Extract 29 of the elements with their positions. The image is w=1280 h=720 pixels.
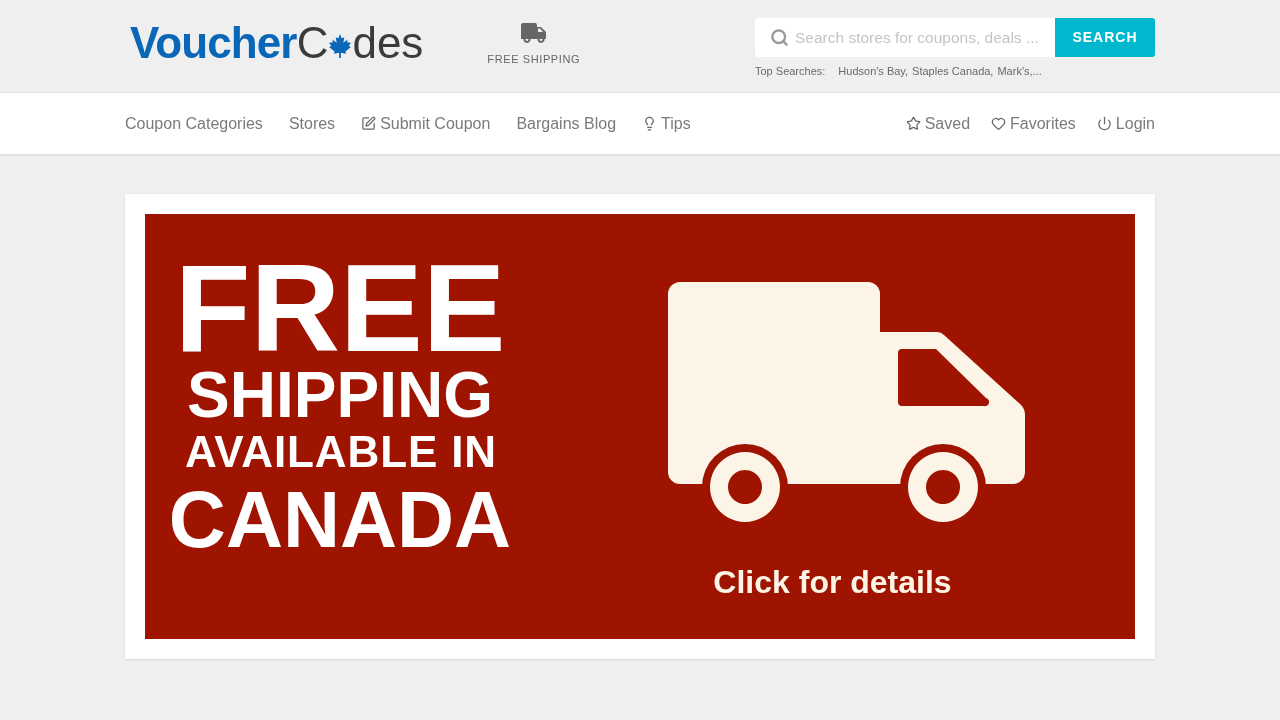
- nav-link[interactable]: Stores: [288, 111, 336, 136]
- truck-icon: [520, 23, 547, 43]
- maple-leaf-icon: [329, 34, 352, 58]
- nav-link[interactable]: Tips: [661, 111, 691, 136]
- heart-icon: [991, 116, 1007, 131]
- site-logo[interactable]: VoucherC des: [130, 17, 424, 69]
- nav-link[interactable]: Coupon Categories: [125, 111, 263, 136]
- top-search-link[interactable]: Staples Canada,: [912, 63, 994, 80]
- nav-link[interactable]: Bargains Blog: [516, 111, 617, 136]
- banner-headline-line: FREE: [174, 250, 506, 366]
- nav-link[interactable]: Favorites: [1010, 111, 1076, 136]
- banner-cta: Click for details: [713, 564, 952, 600]
- free-shipping-banner[interactable]: FREE SHIPPING AVAILABLE IN CANADA Click for details: [145, 214, 1135, 639]
- top-search-link[interactable]: Hudson's Bay,: [838, 63, 909, 80]
- free-shipping-link[interactable]: FREE SHIPPING: [487, 23, 581, 68]
- edit-icon: [361, 116, 377, 131]
- top-searches-label: Top Searches:: [755, 64, 826, 79]
- top-search-link[interactable]: Mark's,...: [997, 63, 1042, 80]
- banner-headline-line: AVAILABLE IN: [184, 427, 497, 477]
- banner-headline-line: SHIPPING: [187, 363, 493, 427]
- banner-headline-line: CANADA: [168, 477, 512, 563]
- nav-link[interactable]: Submit Coupon: [380, 111, 491, 136]
- nav-link[interactable]: Login: [1115, 111, 1155, 136]
- search-icon: [770, 28, 789, 47]
- search-button[interactable]: SEARCH: [1055, 18, 1155, 57]
- search-field[interactable]: Search stores for coupons, deals ...: [755, 18, 1055, 57]
- power-icon: [1096, 116, 1112, 131]
- nav-link[interactable]: Saved: [924, 111, 971, 136]
- star-icon: [905, 116, 921, 131]
